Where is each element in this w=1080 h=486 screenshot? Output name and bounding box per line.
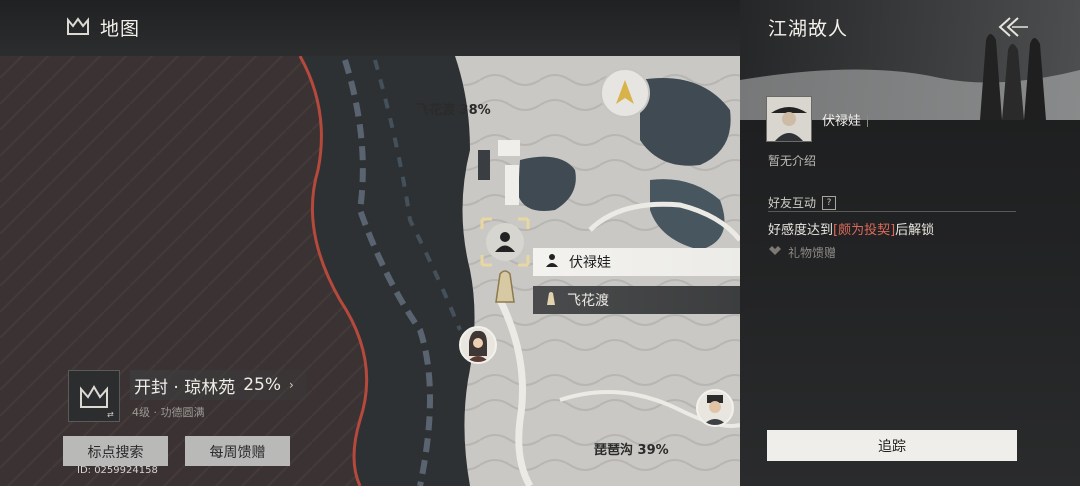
chevron-right-icon: ›	[289, 378, 294, 392]
location-stone-marker[interactable]	[490, 268, 520, 304]
section-divider	[768, 211, 1016, 212]
marker-search-button[interactable]: 标点搜索	[63, 436, 168, 466]
region-level: 4级 · 功德圆满	[132, 406, 205, 419]
person-icon	[545, 253, 559, 271]
location-popup-label: 飞花渡	[567, 293, 609, 309]
gift-label: 礼物馈赠	[788, 246, 837, 260]
section-title: 好友互动	[768, 196, 817, 210]
gift-option: 礼物馈赠	[768, 244, 836, 261]
npc-popup[interactable]: 伏禄娃	[533, 248, 743, 276]
affinity-level: [颇为投契]	[833, 223, 896, 238]
region-name: 开封 · 琼林苑	[134, 377, 236, 398]
npc-detail-panel: 江湖故人 伏禄娃 暂无介绍 好友互动 ? 好感度达到[颇为投契]后解锁 礼物馈赠…	[740, 0, 1080, 486]
npc-card: 伏禄娃	[766, 96, 869, 142]
compass-arrow-icon	[616, 80, 634, 104]
panel-title: 江湖故人	[768, 18, 849, 40]
map-title-group: 地图	[66, 14, 140, 41]
user-id: ID: 0259924158	[77, 465, 158, 476]
double-chevron-left-icon	[998, 17, 1028, 37]
location-popup[interactable]: 飞花渡	[533, 286, 743, 314]
svg-text:⇄: ⇄	[107, 410, 114, 419]
region-switch-button[interactable]: ⇄	[68, 370, 120, 422]
region-name-bar[interactable]: 开封 · 琼林苑 25% ›	[130, 370, 306, 400]
npc-intro: 暂无介绍	[768, 154, 817, 168]
unlock-text: 好感度达到[颇为投契]后解锁	[768, 223, 935, 238]
npc-avatar-female[interactable]	[459, 326, 497, 364]
gift-icon	[768, 245, 782, 260]
map-icon	[66, 16, 90, 40]
weekly-gift-button[interactable]: 每周馈赠	[185, 436, 290, 466]
track-button[interactable]: 追踪	[767, 430, 1017, 461]
page-title: 地图	[100, 18, 141, 40]
npc-popup-label: 伏禄娃	[569, 255, 611, 271]
map-label-feihuadu[interactable]: 飞花渡 38%	[416, 99, 491, 118]
region-percent: 25%	[243, 375, 282, 395]
collapse-panel-button[interactable]	[996, 12, 1030, 42]
friend-interaction-header: 好友互动 ?	[768, 194, 837, 211]
compass-button[interactable]	[600, 68, 650, 118]
npc-portrait	[766, 96, 812, 142]
help-icon[interactable]: ?	[822, 195, 837, 210]
npc-avatar-male[interactable]	[696, 389, 734, 427]
npc-name: 伏禄娃	[822, 110, 869, 129]
selected-npc-marker[interactable]	[480, 217, 530, 267]
stone-icon	[545, 291, 557, 309]
map-label-pipagou[interactable]: 琵琶沟 39%	[594, 439, 669, 458]
region-crown-icon: ⇄	[80, 385, 114, 419]
